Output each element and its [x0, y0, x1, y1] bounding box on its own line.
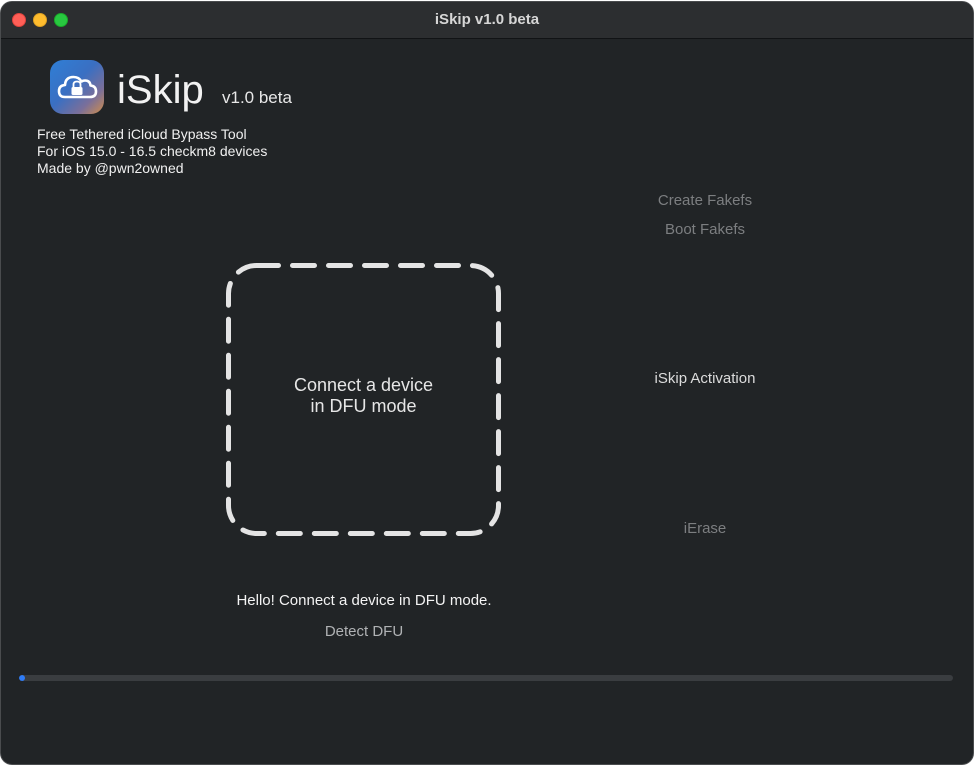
app-window: iSkip v1.0 beta iSkip v1.0 beta Free Tet…	[1, 2, 973, 764]
description-line-compat: For iOS 15.0 - 16.5 checkm8 devices	[37, 143, 268, 159]
description-line-author: Made by @pwn2owned	[37, 160, 184, 176]
ierase-button[interactable]: iErase	[595, 520, 815, 537]
dropzone-label-line-2: in DFU mode	[310, 396, 417, 416]
window-title: iSkip v1.0 beta	[434, 11, 540, 28]
device-dropzone: Connect a device in DFU mode	[226, 263, 501, 536]
cloud-lock-icon	[50, 60, 104, 114]
progress-bar	[19, 675, 953, 681]
dropzone-label-line-1: Connect a device	[293, 375, 434, 395]
create-fakefs-button[interactable]: Create Fakefs	[595, 192, 815, 209]
boot-fakefs-button[interactable]: Boot Fakefs	[595, 221, 815, 238]
status-message: Hello! Connect a device in DFU mode.	[236, 592, 492, 609]
iskip-activation-button[interactable]: iSkip Activation	[595, 370, 815, 387]
progress-bar-fill	[19, 675, 25, 681]
description-line-tool: Free Tethered iCloud Bypass Tool	[37, 126, 247, 142]
dropzone-label: Connect a device in DFU mode	[226, 375, 501, 417]
app-name: iSkip	[117, 68, 204, 112]
app-version: v1.0 beta	[222, 88, 292, 107]
detect-dfu-button[interactable]: Detect DFU	[264, 623, 464, 640]
title-bar[interactable]: iSkip v1.0 beta	[1, 2, 973, 39]
